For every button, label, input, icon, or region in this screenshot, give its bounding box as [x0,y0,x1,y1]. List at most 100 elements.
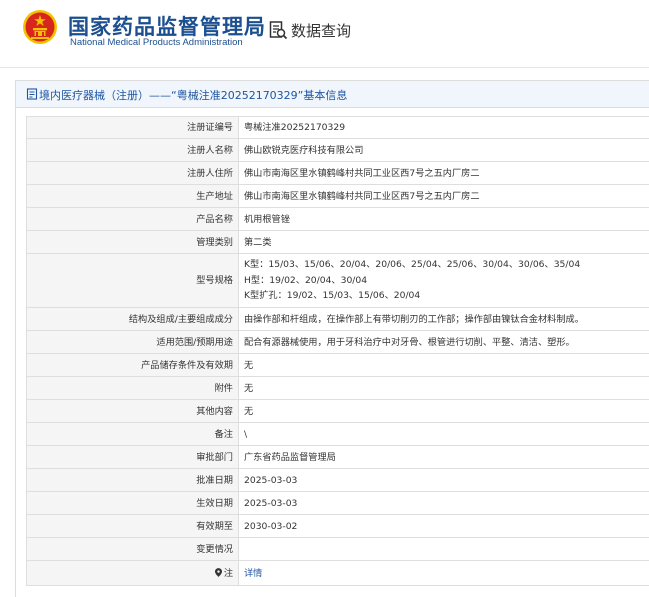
field-value: 第二类 [238,230,649,254]
field-value-text: 2025-03-03 [244,497,298,509]
field-label: 有效期至 [26,514,239,538]
table-row: 产品储存条件及有效期无 [26,353,649,377]
field-value-text: 佛山欧锐克医疗科技有限公司 [244,144,364,156]
field-value-text: \ [244,428,248,440]
field-label: 审批部门 [26,445,239,469]
field-label-text: 生效日期 [196,497,233,509]
table-row: 注详情 [26,560,649,586]
field-label: 生效日期 [26,491,239,515]
field-value-text: 配合有源器械使用，用于牙科治疗中对牙骨、根管进行切削、平整、清洁、塑形。 [244,336,575,348]
field-label: 注册证编号 [26,116,239,139]
panel-title-bar: 境内医疗器械（注册）——“粤械注准20252170329”基本信息 [16,81,649,108]
field-value: 佛山市南海区里水镇鹤峰村共同工业区西7号之五内厂房二 [238,161,649,185]
field-label-text: 注 [223,567,233,579]
table-row: 审批部门 广东省药品监督管理局 [26,445,649,469]
field-value: 2025-03-03 [238,468,649,492]
table-row: 结构及组成/主要组成成分 由操作部和杆组成，在操作部上有带切削刃的工作部；操作部由… [26,307,649,331]
field-label: 型号规格 [26,253,239,308]
table-row: 管理类别 第二类 [26,230,649,254]
table-row: 生产地址 佛山市南海区里水镇鹤峰村共同工业区西7号之五内厂房二 [26,184,649,208]
field-label-text: 产品名称 [196,213,233,225]
field-value-text: 机用根管锉 [244,213,290,225]
field-value: 详情 [238,560,649,586]
field-value-text: 第二类 [244,236,272,248]
field-label: 注 [26,560,239,586]
details-link[interactable]: 详情 [244,568,262,579]
data-query-label: 数据查询 [291,21,352,40]
table-row: 注册证编号 粤械注准20252170329 [26,116,649,139]
field-value-text: 2025-03-03 [244,474,298,486]
field-value-text: 2030-03-02 [244,520,298,532]
table-row: 附件无 [26,376,649,400]
field-label: 备注 [26,422,239,446]
table-row: 适用范围/预期用途 配合有源器械使用，用于牙科治疗中对牙骨、根管进行切削、平整、清… [26,330,649,354]
info-panel: 境内医疗器械（注册）——“粤械注准20252170329”基本信息 注册证编号粤… [15,80,649,597]
field-value-text: 无 [244,405,254,417]
field-label: 其他内容 [26,399,239,423]
data-query-link[interactable]: 数据查询 [268,18,351,42]
field-label-text: 型号规格 [196,275,233,286]
search-document-icon [269,21,288,40]
field-label: 附件 [26,376,239,400]
table-row: 产品名称 机用根管锉 [26,207,649,231]
field-label-text: 附件 [214,382,233,394]
field-label-text: 注册人住所 [187,167,233,179]
field-value-text: 粤械注准20252170329 [244,122,346,133]
field-label: 适用范围/预期用途 [26,330,239,354]
field-label: 注册人住所 [26,161,239,185]
field-value-line: K型扩孔：19/02、15/03、15/06、20/04 [244,290,421,302]
field-label-text: 注册证编号 [187,122,233,133]
field-label-text: 其他内容 [196,405,233,417]
field-value-text: 无 [244,382,254,394]
table-row: 型号规格 K型：15/03、15/06、20/04、20/06、25/04、25/… [26,253,649,308]
field-value: 佛山市南海区里水镇鹤峰村共同工业区西7号之五内厂房二 [238,184,649,208]
field-value [238,537,649,561]
field-label: 结构及组成/主要组成成分 [26,307,239,331]
field-value: \ [238,422,649,446]
field-value: K型：15/03、15/06、20/04、20/06、25/04、25/06、3… [238,253,649,308]
field-label-text: 注册人名称 [187,144,233,156]
field-value: 配合有源器械使用，用于牙科治疗中对牙骨、根管进行切削、平整、清洁、塑形。 [238,330,649,354]
field-value: 2025-03-03 [238,491,649,515]
field-value-text: 佛山市南海区里水镇鹤峰村共同工业区西7号之五内厂房二 [244,190,480,202]
field-label-text: 管理类别 [196,236,233,248]
field-value: 无 [238,376,649,400]
table-row: 有效期至 2030-03-02 [26,514,649,538]
field-label: 产品储存条件及有效期 [26,353,239,377]
field-label: 生产地址 [26,184,239,208]
field-label: 变更情况 [26,537,239,561]
table-row: 其他内容无 [26,399,649,423]
field-label: 产品名称 [26,207,239,231]
field-value-text: 由操作部和杆组成，在操作部上有带切削刃的工作部；操作部由镍钛合金材料制成。 [244,313,584,325]
field-label-text: 产品储存条件及有效期 [141,359,233,371]
site-header: 国家药品监督管理局 National Medical Products Admi… [0,0,649,66]
field-value: 佛山欧锐克医疗科技有限公司 [238,138,649,162]
field-label-text: 批准日期 [196,474,233,486]
field-value-line: H型：19/02、20/04、30/04 [244,274,368,286]
field-label-text: 适用范围/预期用途 [156,336,233,348]
table-row: 备注 \ [26,422,649,446]
field-value-text: 佛山市南海区里水镇鹤峰村共同工业区西7号之五内厂房二 [244,167,480,179]
header-divider [0,67,649,68]
table-row: 注册人住所 佛山市南海区里水镇鹤峰村共同工业区西7号之五内厂房二 [26,161,649,185]
field-value: 机用根管锉 [238,207,649,231]
registration-info-table: 注册证编号 粤械注准20252170329 注册人名称 佛山欧锐克医疗科技有限公司 注册… [26,116,649,586]
field-value-text: 广东省药品监督管理局 [244,451,336,463]
field-label-text: 变更情况 [196,543,233,555]
field-label-text: 审批部门 [196,451,233,463]
panel-title: 境内医疗器械（注册）——“粤械注准20252170329”基本信息 [39,89,348,102]
field-value: 无 [238,399,649,423]
field-label-text: 生产地址 [196,190,233,202]
site-name-en[interactable]: National Medical Products Administration [70,37,243,48]
table-row: 批准日期 2025-03-03 [26,468,649,492]
national-emblem-icon [23,10,57,44]
field-label: 管理类别 [26,230,239,254]
table-row: 注册人名称 佛山欧锐克医疗科技有限公司 [26,138,649,162]
document-icon [26,88,38,100]
field-value: 广东省药品监督管理局 [238,445,649,469]
table-row: 变更情况 [26,537,649,561]
field-label-text: 有效期至 [196,520,233,532]
field-value: 无 [238,353,649,377]
table-row: 生效日期 2025-03-03 [26,491,649,515]
field-value-text: 无 [244,359,254,371]
